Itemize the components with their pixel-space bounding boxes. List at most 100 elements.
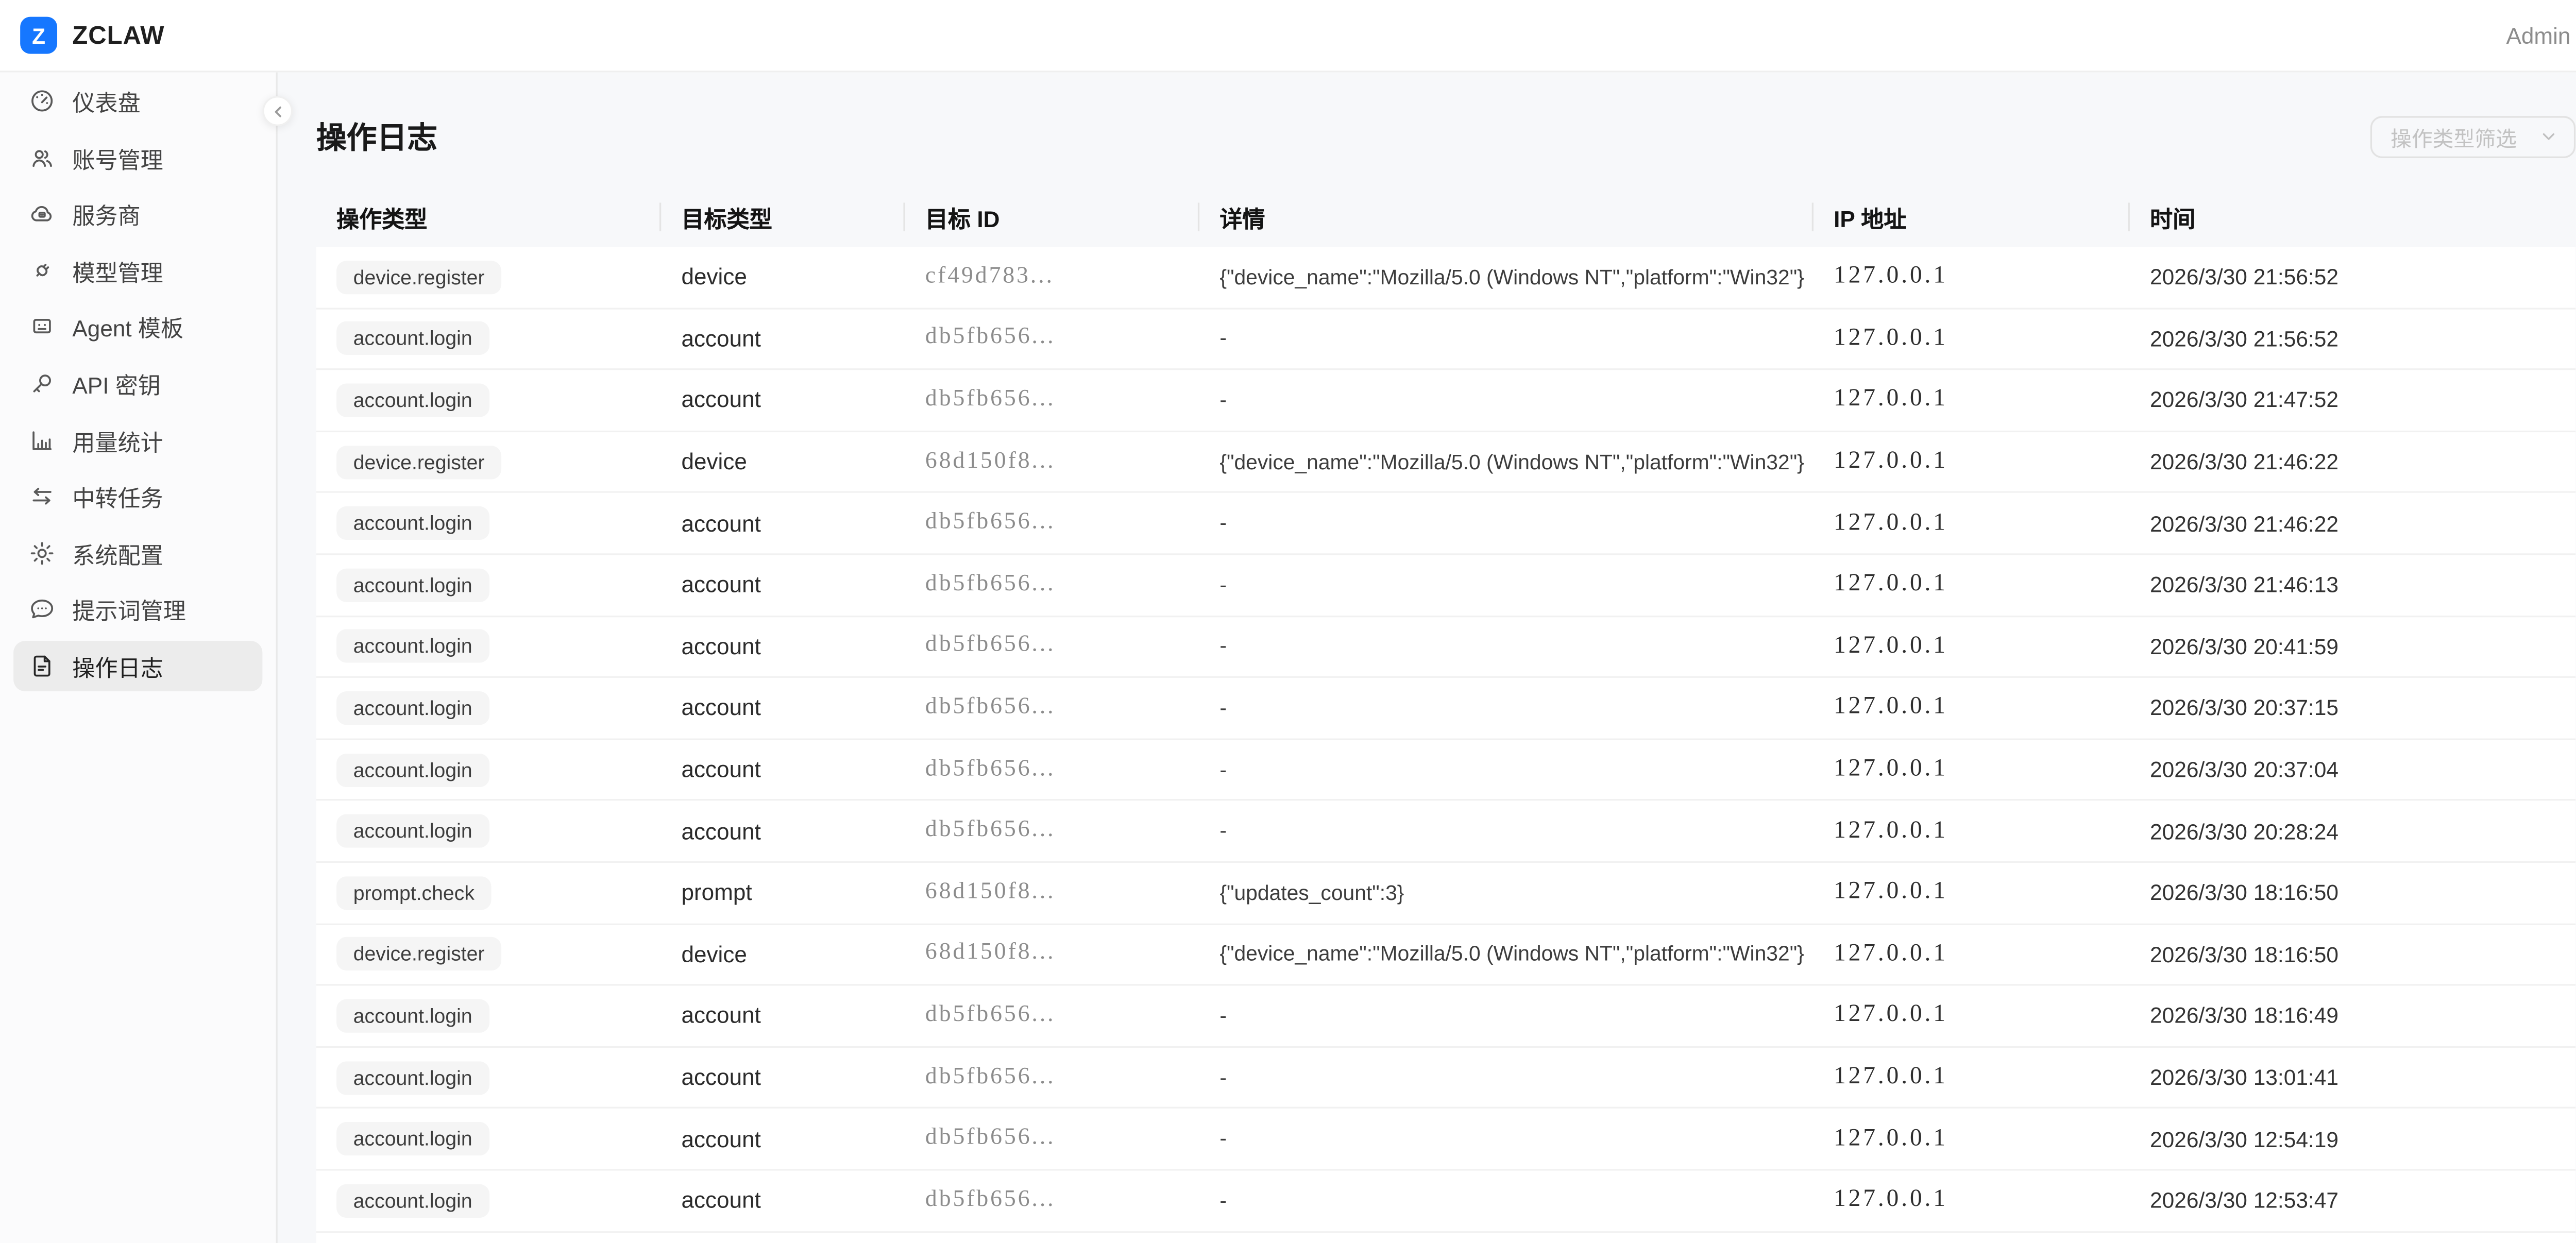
time-cell: 2026/3/30 12:53:47 (2130, 1188, 2575, 1213)
page-title: 操作日志 (316, 114, 437, 158)
table-row: device.register device cf49d783... {"dev… (316, 247, 2575, 309)
detail-cell: - (1199, 696, 1814, 720)
action-type-badge: account.login (336, 629, 489, 663)
target-type-cell: account (661, 326, 905, 351)
target-id-cell: db5fb656... (905, 1064, 1199, 1091)
time-cell: 2026/3/30 20:37:15 (2130, 695, 2575, 721)
ip-cell: 127.0.0.1 (1814, 1063, 2130, 1092)
time-cell: 2026/3/30 20:41:59 (2130, 634, 2575, 659)
column-header-action: 操作类型 (316, 186, 661, 247)
operation-type-filter-select[interactable]: 操作类型筛选 (2370, 115, 2575, 158)
users-icon (29, 144, 56, 171)
action-type-badge: device.register (336, 445, 501, 479)
sidebar-item-agent-templates[interactable]: Agent 模板 (13, 302, 262, 352)
column-header-target-id: 目标 ID (905, 186, 1199, 247)
table-row: account.login account db5fb656... - 127.… (316, 740, 2575, 801)
target-id-cell: db5fb656... (905, 756, 1199, 783)
action-type-badge: account.login (336, 506, 489, 540)
app-logo-icon: Z (20, 17, 57, 54)
action-type-badge: account.login (336, 568, 489, 602)
target-id-cell: db5fb656... (905, 325, 1199, 352)
sidebar-item-system-config[interactable]: 系统配置 (13, 527, 262, 578)
time-cell: 2026/3/30 21:56:52 (2130, 326, 2575, 351)
action-type-badge: account.login (336, 1122, 489, 1155)
sidebar-item-operation-logs[interactable]: 操作日志 (13, 641, 262, 691)
file-icon (29, 653, 56, 679)
plug-icon (29, 257, 56, 284)
table-row: account.login account db5fb656... - 127.… (316, 370, 2575, 432)
table-body: device.register device cf49d783... {"dev… (316, 247, 2575, 1243)
target-type-cell: account (661, 634, 905, 659)
target-type-cell: account (661, 1065, 905, 1090)
gauge-icon (29, 88, 56, 114)
target-type-cell: account (661, 695, 905, 721)
action-type-badge: device.register (336, 260, 501, 294)
time-cell: 2026/3/30 13:01:41 (2130, 1065, 2575, 1090)
table-row: account.login account db5fb656... - 127.… (316, 493, 2575, 555)
detail-cell: - (1199, 1004, 1814, 1028)
action-type-badge: account.login (336, 753, 489, 786)
action-type-badge: device.register (336, 938, 501, 971)
chevron-left-icon (270, 104, 285, 118)
target-id-cell: 68d150f8... (905, 879, 1199, 906)
table-row: device.register device 68d150f8... {"dev… (316, 432, 2575, 493)
brand: Z ZCLAW (20, 17, 164, 54)
target-type-cell: account (661, 1126, 905, 1151)
time-cell: 2026/3/30 20:28:24 (2130, 819, 2575, 844)
ip-cell: 127.0.0.1 (1814, 940, 2130, 969)
ip-cell: 127.0.0.1 (1814, 386, 2130, 415)
sidebar-item-api-keys[interactable]: API 密钥 (13, 358, 262, 408)
target-type-cell: account (661, 388, 905, 413)
chat-icon (29, 596, 56, 623)
sidebar-item-prompts[interactable]: 提示词管理 (13, 584, 262, 635)
time-cell: 2026/3/30 12:54:19 (2130, 1126, 2575, 1151)
ip-cell: 127.0.0.1 (1814, 1125, 2130, 1153)
target-type-cell: device (661, 449, 905, 474)
target-type-cell: account (661, 757, 905, 782)
ip-cell: 127.0.0.1 (1814, 448, 2130, 476)
sidebar-item-usage-stats[interactable]: 用量统计 (13, 415, 262, 465)
target-type-cell: account (661, 572, 905, 598)
target-id-cell: db5fb656... (905, 1002, 1199, 1029)
target-id-cell: db5fb656... (905, 818, 1199, 844)
swap-icon (29, 483, 56, 510)
column-header-time: 时间 (2130, 186, 2575, 247)
action-type-badge: account.login (336, 691, 489, 725)
time-cell: 2026/3/30 21:56:52 (2130, 265, 2575, 290)
table-row: account.login account db5fb656... - 127.… (316, 309, 2575, 370)
detail-cell: - (1199, 635, 1814, 658)
sidebar-item-providers[interactable]: 服务商 (13, 189, 262, 239)
ip-cell: 127.0.0.1 (1814, 263, 2130, 292)
sidebar-item-models[interactable]: 模型管理 (13, 245, 262, 296)
target-id-cell: cf49d783... (905, 264, 1199, 291)
user-menu[interactable]: Admin (2506, 23, 2570, 48)
ip-cell: 127.0.0.1 (1814, 325, 2130, 353)
target-type-cell: account (661, 819, 905, 844)
key-icon (29, 370, 56, 397)
detail-cell: {"device_name":"Mozilla/5.0 (Windows NT"… (1199, 265, 1814, 289)
action-type-badge: account.login (336, 322, 489, 355)
topbar: Z ZCLAW Admin (0, 0, 2576, 72)
sidebar-collapse-button[interactable] (262, 96, 293, 126)
page-head: 操作日志 操作类型筛选 (316, 113, 2575, 160)
action-type-badge: prompt.check (336, 876, 492, 909)
table-header-row: 操作类型 目标类型 目标 ID 详情 IP 地址 时间 (316, 186, 2575, 247)
brand-name: ZCLAW (72, 21, 164, 50)
table-row: account.login account db5fb656... - 127.… (316, 986, 2575, 1047)
ip-cell: 127.0.0.1 (1814, 755, 2130, 784)
target-id-cell: 68d150f8... (905, 941, 1199, 967)
detail-cell: {"device_name":"Mozilla/5.0 (Windows NT"… (1199, 450, 1814, 474)
target-id-cell: db5fb656... (905, 387, 1199, 414)
sidebar-item-accounts[interactable]: 账号管理 (13, 132, 262, 183)
detail-cell: - (1199, 388, 1814, 412)
sidebar-item-relay-tasks[interactable]: 中转任务 (13, 471, 262, 522)
sidebar-nav: 仪表盘 账号管理 服务商 模型管理 Agent 模板 API 密钥 用量统计 中… (0, 76, 276, 691)
detail-cell: - (1199, 1066, 1814, 1089)
action-type-badge: account.login (336, 814, 489, 848)
sidebar-item-dashboard[interactable]: 仪表盘 (13, 76, 262, 126)
detail-cell: - (1199, 573, 1814, 597)
time-cell: 2026/3/30 18:16:49 (2130, 1003, 2575, 1028)
chevron-down-icon (2540, 128, 2557, 145)
ip-cell: 127.0.0.1 (1814, 632, 2130, 661)
detail-cell: - (1199, 512, 1814, 535)
